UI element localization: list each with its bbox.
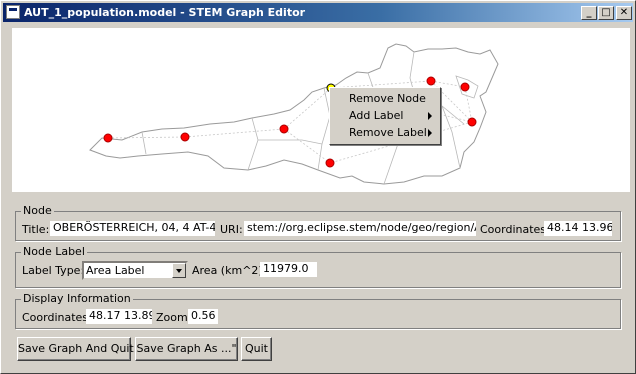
graph-node-burgenland[interactable] <box>467 117 477 127</box>
chevron-down-icon[interactable] <box>172 263 186 278</box>
graph-node-vorarlberg[interactable] <box>103 133 113 143</box>
node-label-group: Node Label Label Type: Area Label Area (… <box>15 245 621 288</box>
graph-node-wien[interactable] <box>460 82 470 92</box>
close-button[interactable]: ✕ <box>616 6 632 20</box>
node-label-group-legend: Node Label <box>21 245 87 258</box>
node-group: Node Title: OBERÖSTERREICH, 04, 4 AT-4 U… <box>15 204 621 241</box>
title-field[interactable]: OBERÖSTERREICH, 04, 4 AT-4 <box>50 221 215 236</box>
graph-node-salzburg[interactable] <box>279 124 289 134</box>
submenu-arrow-icon <box>428 112 432 120</box>
title-label: Title: <box>22 223 50 236</box>
display-info-group-legend: Display Information <box>21 292 133 305</box>
graph-node-tirol[interactable] <box>180 132 190 142</box>
menu-item-remove-node[interactable]: Remove Node <box>332 90 438 107</box>
minimize-button[interactable]: _ <box>581 6 597 20</box>
zoom-field[interactable]: 0.56 <box>188 309 218 324</box>
node-group-legend: Node <box>21 204 54 217</box>
zoom-label: Zoom: <box>156 311 192 324</box>
menu-item-remove-label[interactable]: Remove Label <box>332 124 438 141</box>
label-type-value: Area Label <box>86 264 145 277</box>
title-bar[interactable]: AUT_1_population.model - STEM Graph Edit… <box>3 3 633 22</box>
save-graph-as-button[interactable]: Save Graph As ..." <box>135 337 238 361</box>
submenu-arrow-icon <box>428 129 432 137</box>
display-coordinates-label: Coordinates: <box>22 311 92 324</box>
coordinates-field[interactable]: 48.14 13.96 <box>544 221 612 236</box>
area-field[interactable]: 11979.0 <box>260 262 317 277</box>
austria-map <box>89 43 499 185</box>
uri-label: URI: <box>220 223 243 236</box>
display-coordinates-field[interactable]: 48.17 13.89 <box>86 309 152 324</box>
graph-node-kaernten[interactable] <box>325 158 335 168</box>
app-icon <box>6 5 20 19</box>
window-title: AUT_1_population.model - STEM Graph Edit… <box>24 6 306 19</box>
menu-item-label: Add Label <box>349 109 404 122</box>
maximize-button[interactable]: □ <box>598 6 614 20</box>
menu-item-label: Remove Node <box>349 92 426 105</box>
menu-item-add-label[interactable]: Add Label <box>332 107 438 124</box>
save-graph-and-quit-button[interactable]: Save Graph And Quit <box>17 337 134 361</box>
area-label: Area (km^2): <box>192 264 267 277</box>
coordinates-label: Coordinates: <box>480 223 550 236</box>
display-info-group: Display Information Coordinates: 48.17 1… <box>15 292 621 329</box>
uri-field[interactable]: stem://org.eclipse.stem/node/geo/region/… <box>244 221 476 236</box>
graph-editor-window: AUT_1_population.model - STEM Graph Edit… <box>0 0 636 374</box>
menu-item-label: Remove Label <box>349 126 427 139</box>
quit-button[interactable]: Quit <box>241 337 272 361</box>
label-type-select[interactable]: Area Label <box>82 261 188 280</box>
label-type-label: Label Type: <box>22 264 85 277</box>
graph-node-niederoesterreich[interactable] <box>426 76 436 86</box>
context-menu: Remove Node Add Label Remove Label <box>329 87 441 145</box>
graph-canvas[interactable] <box>12 28 630 192</box>
